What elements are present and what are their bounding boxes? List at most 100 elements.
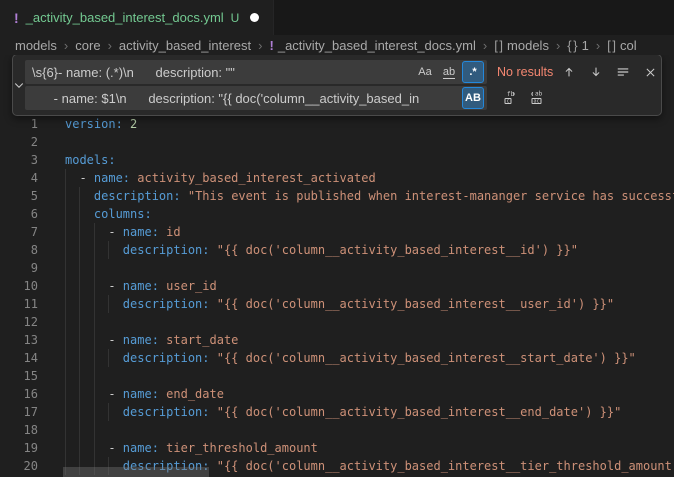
editor-pane[interactable]: \s{6}- name: (.*)\n description: "" Aa a…	[0, 55, 674, 477]
whole-word-toggle[interactable]: ab	[438, 61, 460, 83]
svg-text:c: c	[507, 99, 510, 105]
breadcrumb-item[interactable]: models	[15, 38, 57, 53]
code-line[interactable]: 7 - name: id	[0, 223, 674, 241]
code-line[interactable]: 9	[0, 259, 674, 277]
code-token: models:	[65, 153, 116, 167]
vscode-window: ! _activity_based_interest_docs.yml U mo…	[0, 0, 674, 477]
code-line[interactable]: 12	[0, 313, 674, 331]
preserve-case-toggle[interactable]: AB	[462, 87, 484, 109]
code-token	[65, 189, 94, 203]
replace-one-icon[interactable]: fb c	[499, 87, 521, 109]
find-input[interactable]: \s{6}- name: (.*)\n description: "" Aa a…	[25, 60, 487, 84]
code-line[interactable]: 11 description: "{{ doc('column__activit…	[0, 295, 674, 313]
breadcrumb-item[interactable]: ! _activity_based_interest_docs.yml	[270, 38, 476, 53]
breadcrumb-item[interactable]: core	[75, 38, 100, 53]
code-token: columns:	[94, 207, 152, 221]
find-in-selection-icon[interactable]	[612, 61, 634, 83]
regex-toggle[interactable]: .*	[462, 61, 484, 83]
code-token: end_date	[166, 387, 224, 401]
code-token	[210, 459, 217, 473]
tab-activity-based-interest-docs[interactable]: ! _activity_based_interest_docs.yml U	[0, 0, 274, 35]
yaml-file-icon: !	[270, 38, 273, 53]
previous-match-arrow-up-icon[interactable]	[558, 61, 580, 83]
breadcrumb-item-label: col	[620, 38, 637, 53]
code-line-text: version: 2	[65, 115, 137, 133]
line-number: 12	[0, 313, 38, 331]
unsaved-changes-dot-icon[interactable]	[250, 13, 259, 22]
indent-guide	[94, 367, 95, 385]
find-replace-widget: \s{6}- name: (.*)\n description: "" Aa a…	[12, 55, 662, 116]
breadcrumb-item[interactable]: [ ]models	[494, 38, 549, 53]
code-line[interactable]: 17 description: "{{ doc('column__activit…	[0, 403, 674, 421]
line-number: 11	[0, 295, 38, 313]
breadcrumb-separator-chevron-icon: ›	[596, 38, 600, 53]
indent-guide	[65, 367, 66, 385]
code-line-text: description: "This event is published wh…	[65, 187, 674, 205]
code-token: id	[166, 225, 180, 239]
match-case-toggle[interactable]: Aa	[414, 61, 436, 83]
breadcrumb-item[interactable]: [ ]col	[607, 38, 636, 53]
code-line[interactable]: 19 - name: tier_threshold_amount	[0, 439, 674, 457]
close-find-widget-icon[interactable]	[639, 61, 661, 83]
toggle-replace-chevron-down-icon[interactable]	[13, 55, 25, 115]
code-line-text: columns:	[65, 205, 152, 223]
code-line[interactable]: 3models:	[0, 151, 674, 169]
replace-value-text: - name: $1\n description: "{{ doc('colum…	[32, 91, 460, 106]
horizontal-scrollbar-thumb[interactable]	[63, 467, 209, 477]
code-token: name:	[123, 333, 159, 347]
code-token: 2	[130, 117, 137, 131]
replace-all-icon[interactable]: ab ac	[526, 87, 548, 109]
breadcrumb-item-label: _activity_based_interest_docs.yml	[278, 38, 476, 53]
breadcrumb-item-label: 1	[582, 38, 589, 53]
breadcrumb-item[interactable]: activity_based_interest	[119, 38, 251, 53]
code-token: version:	[65, 117, 123, 131]
line-number: 4	[0, 169, 38, 187]
code-line[interactable]: 4 - name: activity_based_interest_activa…	[0, 169, 674, 187]
code-line[interactable]: 14 description: "{{ doc('column__activit…	[0, 349, 674, 367]
indent-guide	[94, 421, 95, 439]
replace-input[interactable]: - name: $1\n description: "{{ doc('colum…	[25, 86, 487, 110]
indent-guide	[65, 313, 66, 331]
next-match-arrow-down-icon[interactable]	[585, 61, 607, 83]
code-token	[210, 405, 217, 419]
breadcrumb-separator-chevron-icon: ›	[108, 38, 112, 53]
yaml-file-icon: !	[14, 10, 19, 26]
line-number: 14	[0, 349, 38, 367]
code-token: description:	[123, 351, 210, 365]
code-token: "{{ doc('column__activity_based_interest…	[217, 351, 636, 365]
line-number: 19	[0, 439, 38, 457]
code-line[interactable]: 18	[0, 421, 674, 439]
code-token	[65, 405, 123, 419]
code-line-text: - name: activity_based_interest_activate…	[65, 169, 376, 187]
code-line[interactable]: 5 description: "This event is published …	[0, 187, 674, 205]
code-line[interactable]: 10 - name: user_id	[0, 277, 674, 295]
indent-guide	[79, 367, 80, 385]
code-line[interactable]: 2	[0, 133, 674, 151]
breadcrumb-item[interactable]: { }1	[567, 38, 589, 53]
symbol-array-icon: [ ]	[494, 38, 502, 53]
code-line[interactable]: 15	[0, 367, 674, 385]
whole-word-label: ab	[443, 66, 455, 79]
breadcrumb-separator-chevron-icon: ›	[556, 38, 560, 53]
code-line[interactable]: 13 - name: start_date	[0, 331, 674, 349]
find-results-status: No results	[497, 65, 553, 79]
breadcrumb-item-label: core	[75, 38, 100, 53]
code-line-text: - name: id	[65, 223, 181, 241]
code-token: "{{ doc('column__activity_based_interest…	[217, 297, 614, 311]
indent-guide	[94, 313, 95, 331]
code-token: description:	[94, 189, 181, 203]
code-area[interactable]: 1version: 223models:4 - name: activity_b…	[0, 115, 674, 475]
code-token: activity_based_interest_activated	[137, 171, 375, 185]
code-token: user_id	[166, 279, 217, 293]
code-token: -	[65, 333, 123, 347]
breadcrumb-separator-chevron-icon: ›	[483, 38, 487, 53]
code-token: name:	[123, 387, 159, 401]
indent-guide	[65, 259, 66, 277]
code-line[interactable]: 1version: 2	[0, 115, 674, 133]
line-number: 5	[0, 187, 38, 205]
line-number: 10	[0, 277, 38, 295]
code-token: name:	[123, 225, 159, 239]
code-line[interactable]: 6 columns:	[0, 205, 674, 223]
code-line[interactable]: 16 - name: end_date	[0, 385, 674, 403]
code-line[interactable]: 8 description: "{{ doc('column__activity…	[0, 241, 674, 259]
